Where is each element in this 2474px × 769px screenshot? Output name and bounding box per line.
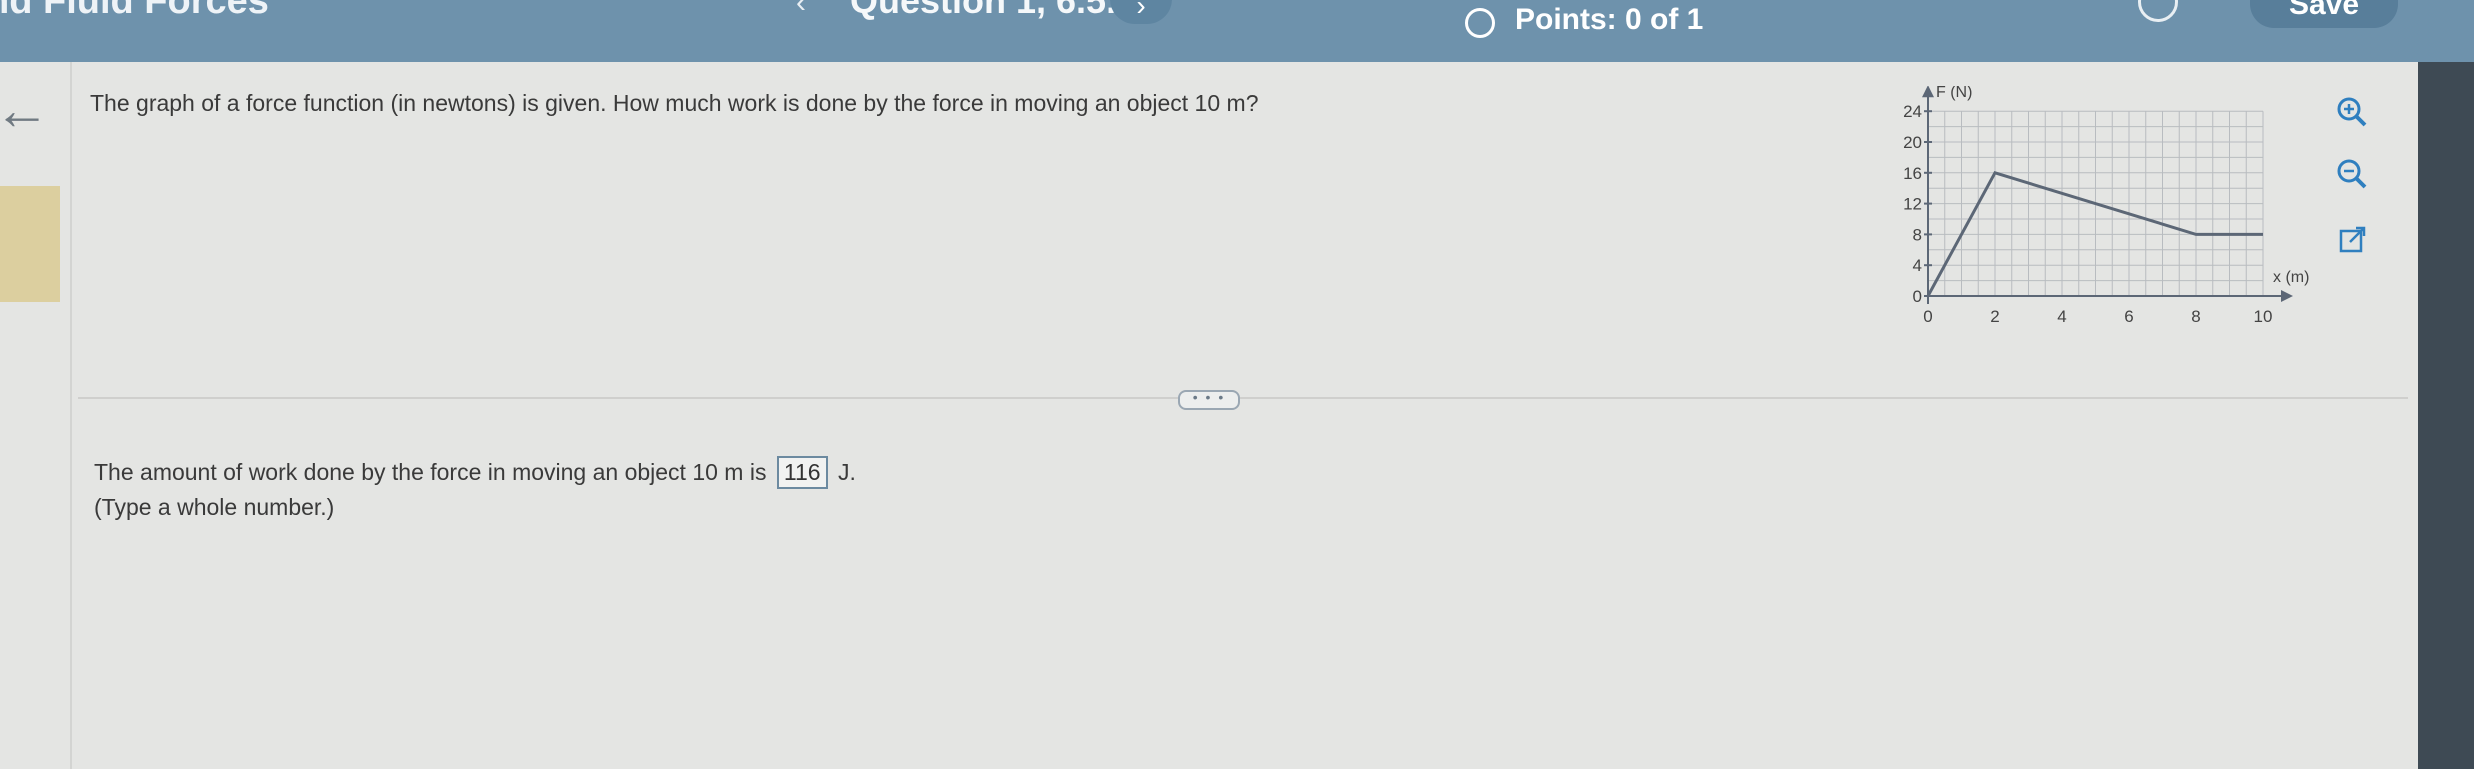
back-arrow-icon[interactable]: ← — [0, 82, 50, 138]
answer-input[interactable]: 116 — [776, 456, 828, 489]
chevron-right-icon: › — [1136, 0, 1146, 21]
question-prompt: The graph of a force function (in newton… — [90, 90, 1259, 116]
answer-hint: (Type a whole number.) — [94, 494, 335, 520]
y-tick-label: 24 — [1903, 102, 1922, 121]
points-status-icon — [1465, 8, 1495, 38]
question-label: Question 1, 6.5.1 — [850, 0, 1137, 21]
x-tick-labels: 0 2 4 6 8 10 — [1923, 307, 2272, 326]
y-tick-label: 0 — [1913, 287, 1922, 306]
previous-question-button[interactable]: ‹ — [796, 0, 806, 20]
x-tick-label: 2 — [1990, 307, 1999, 326]
y-tick-label: 12 — [1903, 195, 1922, 214]
settings-gear-icon[interactable] — [2138, 0, 2178, 22]
x-tick-label: 4 — [2057, 307, 2066, 326]
assignment-title: nd Fluid Forces — [0, 0, 269, 22]
force-graph: 24201612840 0 2 4 6 8 10 F (N) x (m) — [1903, 86, 2309, 326]
right-panel-edge — [2418, 62, 2474, 769]
answer-unit: J. — [837, 459, 856, 485]
left-divider — [70, 62, 72, 769]
y-axis-arrow — [1922, 86, 1934, 98]
x-tick-label: 0 — [1923, 307, 1932, 326]
section-divider — [78, 397, 2408, 399]
save-button[interactable]: Save — [2250, 0, 2398, 28]
top-bar: nd Fluid Forces ‹ Question 1, 6.5.1 › Po… — [0, 0, 2474, 62]
y-axis-label: F (N) — [1936, 86, 1972, 101]
side-tab[interactable] — [0, 186, 60, 302]
x-tick-label: 10 — [2254, 307, 2273, 326]
x-tick-label: 6 — [2124, 307, 2133, 326]
expand-more-button[interactable]: • • • — [1178, 390, 1240, 410]
y-tick-label: 4 — [1913, 256, 1922, 275]
answer-line: The amount of work done by the force in … — [94, 456, 856, 489]
y-tick-label: 16 — [1903, 164, 1922, 183]
x-axis-label: x (m) — [2273, 269, 2309, 286]
zoom-in-icon[interactable] — [2332, 92, 2372, 132]
y-tick-label: 8 — [1913, 225, 1922, 244]
x-axis-arrow — [2281, 290, 2293, 302]
points-text: Points: 0 of 1 — [1515, 3, 1704, 36]
answer-prefix: The amount of work done by the force in … — [94, 459, 767, 485]
external-link-icon[interactable] — [2332, 220, 2372, 260]
x-tick-label: 8 — [2191, 307, 2200, 326]
y-tick-label: 20 — [1903, 133, 1922, 152]
zoom-out-icon[interactable] — [2332, 154, 2372, 194]
